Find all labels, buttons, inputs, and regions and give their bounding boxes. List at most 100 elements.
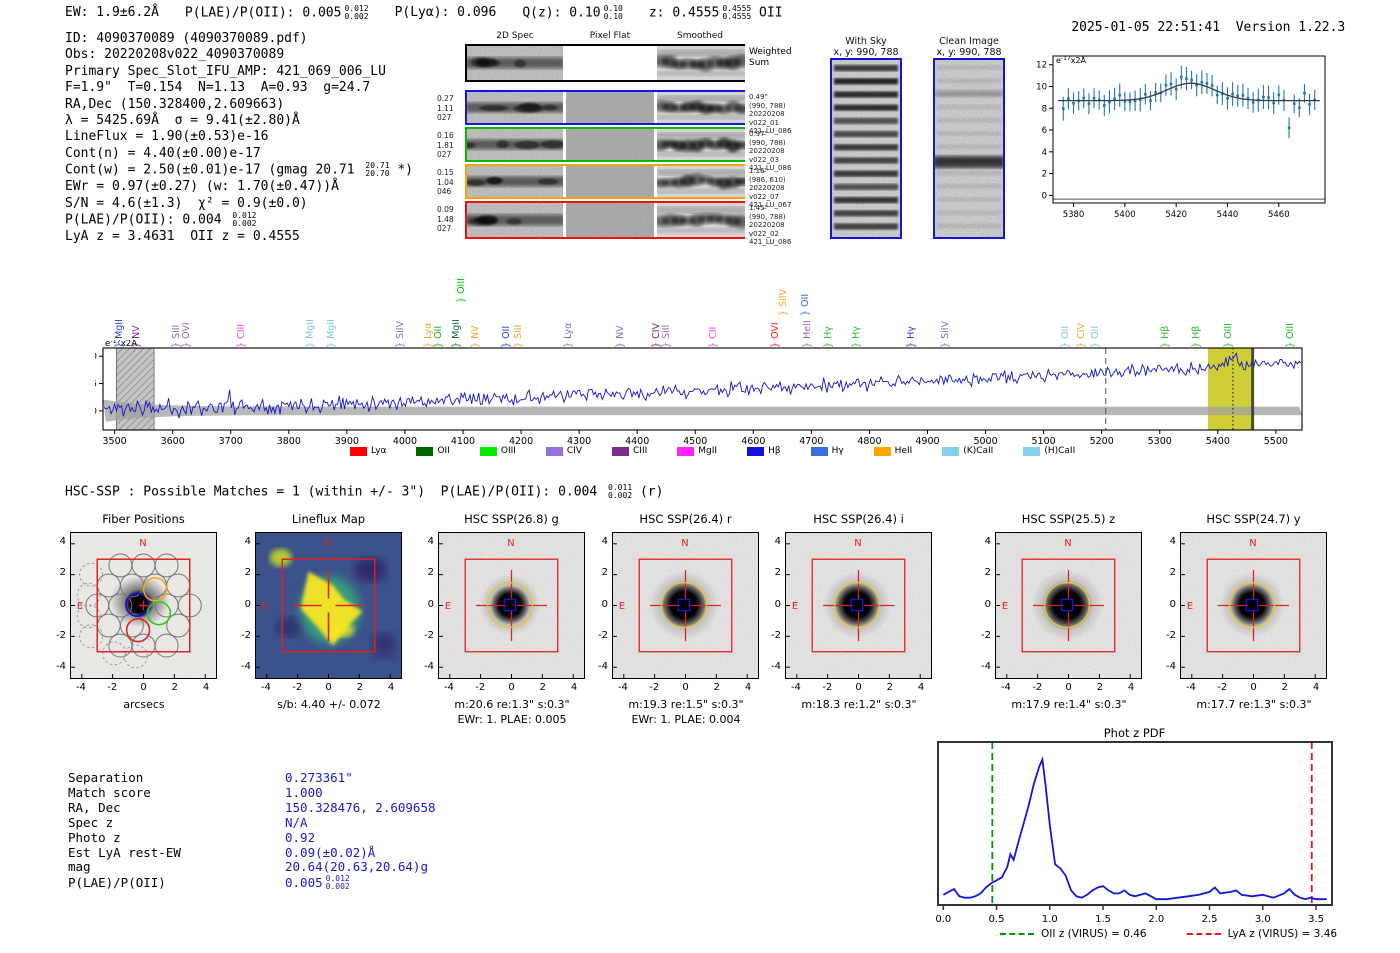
col-header-pixelflat: Pixel Flat [589,31,631,41]
legend-label: (K)CaII [963,446,994,456]
y-tick-label: 4 [601,535,608,547]
match-row-value: 1.000 [285,784,323,800]
spec2d-row-right-labels: Weighted Sum [749,47,792,68]
version-label: Version 1.22.3 [1235,20,1346,35]
x-tick-label: -2 [292,682,303,693]
spec2d-strip-stack: Weighted Sum 0.27 1.11 027 0.49" (990, 788) 202… [437,44,792,246]
cutout-image: NE [70,532,217,679]
match-row-label: Est LyA rest-EW [68,844,181,860]
y-tick-label: -4 [981,661,991,673]
match-row-value: 0.09(±0.02)Å [285,844,376,860]
match-row-value: 150.328476, 2.609658 [285,799,436,815]
svg-text:N: N [1064,538,1071,549]
cutout-panel-hsc-3: HSC SSP(26.4) r N E -4 -4 -2 -2 0 0 2 2 4 4 m:19.3 re… [590,510,780,740]
svg-text:E: E [77,601,83,612]
spec2d-row: 0.15 1.04 046 1.16" (986, 610) 20220208 v022_0… [437,164,791,209]
legend-item-HeII: HeII [873,446,912,456]
svg-text:5: 5 [95,380,97,390]
y-tick-label: 2 [984,567,991,579]
x-tick-label: -2 [649,682,660,693]
info-line: P(LAE)/P(OII): 0.004 0.012 0.002 [65,210,257,228]
y-tick-label: 0 [59,598,66,610]
svg-text:0.5: 0.5 [989,914,1005,925]
cutout-sublabel: m:17.7 re:1.3" s:0.3" [1196,698,1312,711]
y-tick-label: 2 [774,567,781,579]
stacked-uncertainty: 0.4555 0.4555 [722,4,752,21]
legend-swatch [1023,446,1041,456]
cutout-title: HSC SSP(26.8) g [464,512,559,526]
legend-item-Lyα: Lyα [350,446,386,456]
svg-text:N: N [681,538,688,549]
emission-line-label-OIII: } OIII [456,278,468,303]
match-row-value: 0.005 0.012 0.002 [285,874,350,892]
cutout-image: NE [1180,532,1327,679]
y-tick-label: -2 [598,629,608,641]
clean-image-header: Clean Image x, y: 990, 788 [921,36,1017,58]
x-tick-label: 4 [1312,682,1320,693]
detection-info-block: ID: 4090370089 (4090370089.pdf) Obs: 2022… [65,31,485,245]
with-sky-image [832,60,900,237]
spec2d-row-left-labels: 0.27 1.11 027 [437,94,454,123]
y-tick-label: -2 [1166,629,1176,641]
svg-text:e-17x2Å: e-17x2Å [105,340,137,349]
spectrum-legend: Lyα OII OIII CIV CIII MgII Hβ Hγ HeII (K)CaII (H)C… [350,446,1105,456]
col-header-2dspec: 2D Spec [496,31,534,41]
svg-text:3800: 3800 [277,436,301,447]
legend-item-OII: OII [416,446,450,456]
spec2d-spec-image [467,129,563,160]
svg-text:E: E [792,601,798,612]
info-line: Cont(w) = 2.50(±0.01)e-17 (gmag 20.71 20… [65,161,413,179]
cutout-panel-lineflux-1: Lineflux Map N E -4 -4 -2 -2 0 0 2 2 4 4 s/b: 4.40 +/… [233,510,423,740]
svg-text:10: 10 [1036,82,1047,92]
y-tick-label: -4 [424,661,434,673]
x-tick-label: 2 [539,682,546,693]
cutout-title: HSC SSP(25.5) z [1021,512,1116,526]
x-tick-label: 4 [202,682,210,693]
svg-text:N: N [507,538,514,549]
clean-image-panel [933,58,1005,239]
svg-text:E: E [1002,601,1008,612]
match-row-value: N/A [285,814,308,830]
x-tick-label: 2 [886,682,893,693]
header-stat: z: 0.4555 0.4555 0.4555 OII [648,4,783,21]
y-tick-label: 0 [601,598,608,610]
legend-item-OIII: OIII [479,446,516,456]
x-tick-label: -2 [1217,682,1228,693]
emission-line-label-SiIV: } SiIV [778,288,790,316]
legend-item-CIII: CIII [612,446,647,456]
spec2d-smooth-image [657,166,745,197]
photz-legend-label: OII z (VIRUS) = 0.46 [1041,928,1147,940]
photz-chart: 0.0 0.5 1.0 1.5 2.0 2.5 3.0 3.5 [935,741,1333,925]
cutout-title: HSC SSP(24.7) y [1206,512,1301,526]
y-tick-label: 4 [59,535,66,547]
photz-legend-item: LyA z (VIRUS) = 3.46 [1186,928,1337,940]
clean-image-title: Clean Image [939,36,999,47]
match-row: Photo z 0.92 [68,830,436,846]
spec2d-spec-image [467,46,563,80]
legend-label: OII [437,446,450,456]
cutout-panel-hsc-6: HSC SSP(24.7) y N E -4 -4 -2 -2 0 0 2 2 4 4 m:17.7 re… [1158,510,1348,740]
dashed-line-swatch [1000,933,1034,935]
cutout-row: Fiber Positions N E -4 -4 -2 -2 0 0 2 2 4 4 arcsecs Li… [0,510,1400,745]
info-line: F=1.9" T=0.154 N=1.13 A=0.93 g=24.7 [65,80,371,96]
svg-text:E: E [262,601,268,612]
with-sky-coords: x, y: 990, 788 [833,47,899,58]
svg-text:3500: 3500 [103,436,127,447]
cutout-image: NE [785,532,932,679]
spec2d-row: 0.16 1.81 027 0.97" (990, 788) 20220208 v022_0… [437,127,791,172]
spec2d-row-left-labels: 0.15 1.04 046 [437,168,454,197]
cutout-fiber-graphic: NE [71,533,216,678]
x-tick-label: 2 [1096,682,1103,693]
x-tick-label: 2 [713,682,720,693]
legend-item-Hβ: Hβ [747,446,781,456]
legend-item-CIV: CIV [545,446,582,456]
legend-label: Hγ [831,446,844,456]
spec2d-flat-image [566,46,654,80]
svg-text:1.0: 1.0 [1042,914,1058,925]
y-tick-label: -4 [56,661,66,673]
header-timestamp: 2025-01-05 22:51:41 Version 1.22.3 [1040,5,1345,50]
x-tick-label: -4 [260,682,271,693]
y-tick-label: -2 [771,629,781,641]
stacked-uncertainty: 0.012 0.002 [232,210,257,228]
cutout-hsc-graphic: NE [613,533,758,678]
